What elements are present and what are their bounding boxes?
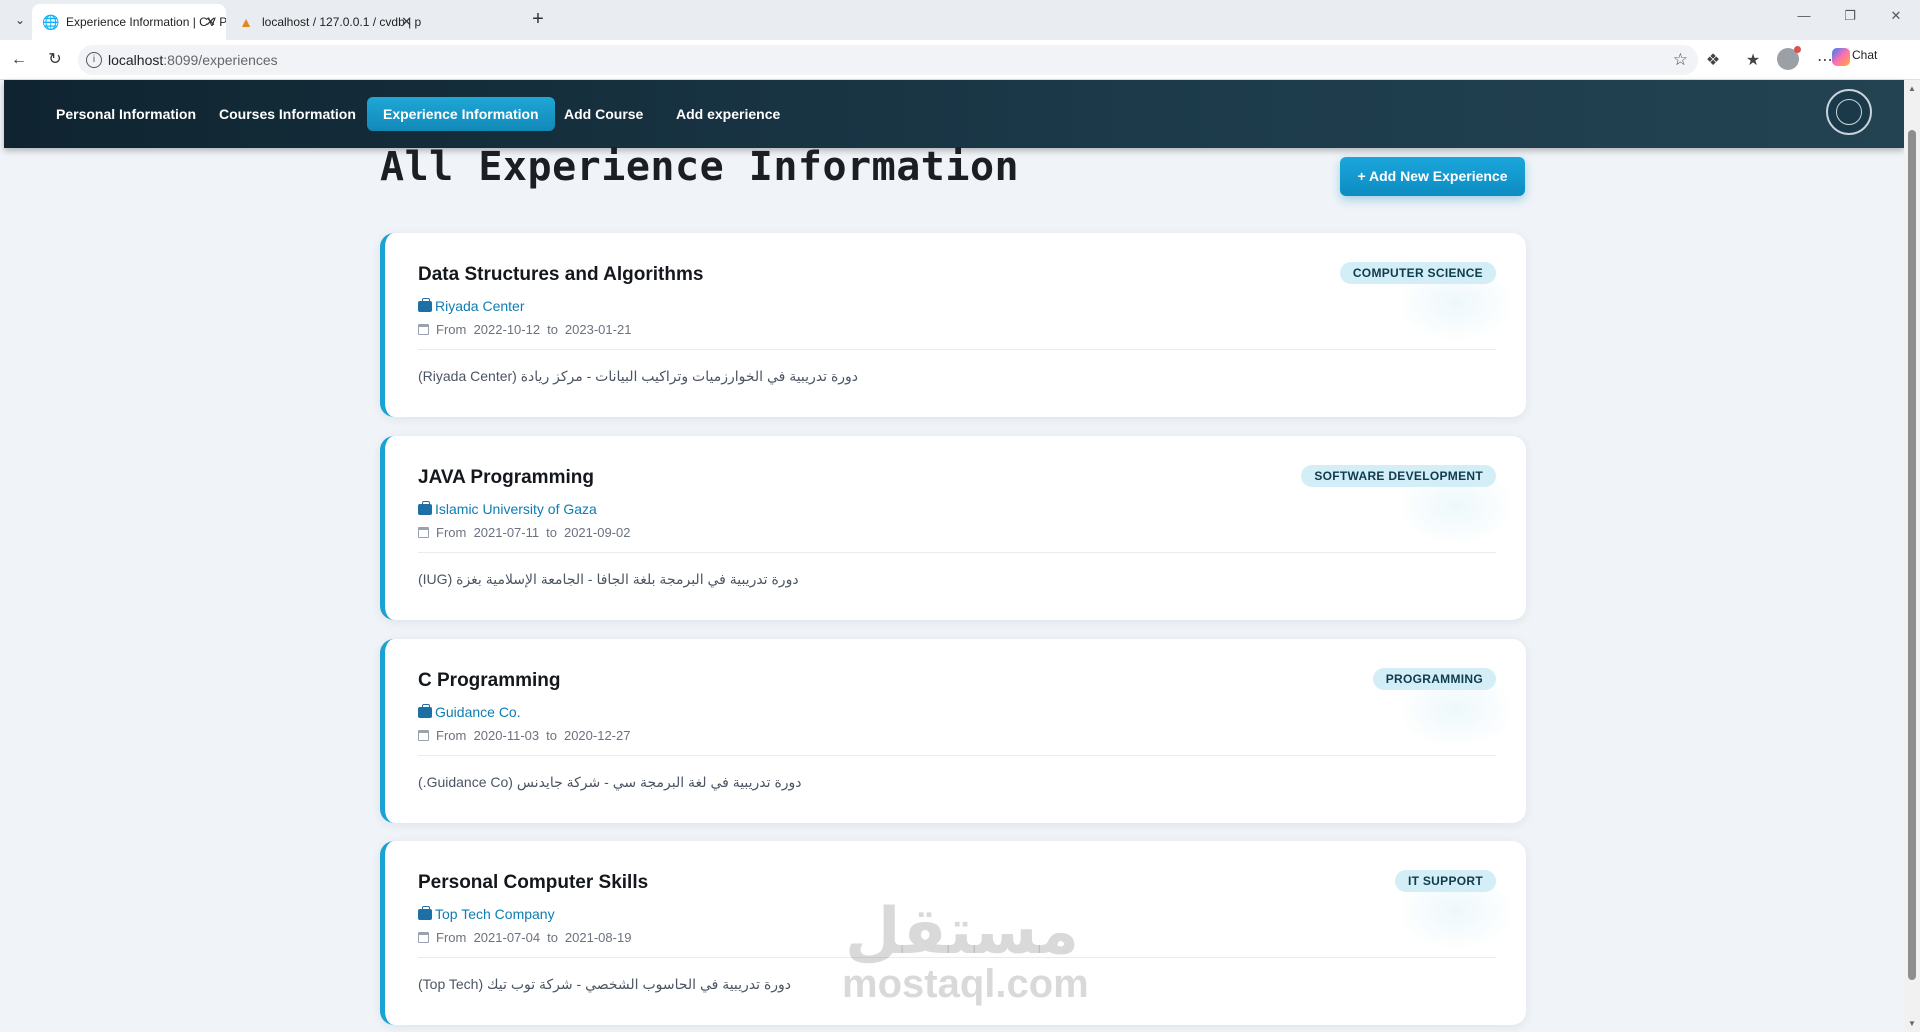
watermark-arabic: مستقل [844,895,1080,969]
tab-title: localhost / 127.0.0.1 / cvdb | phpM [262,15,422,29]
experience-title: JAVA Programming [418,467,594,488]
calendar-icon [418,932,429,943]
tab-list-chevron-icon[interactable]: ⌄ [10,10,30,30]
browser-address-bar: ← ↻ i localhost:8099/experiences ☆ ❖ ★ ⋯ [0,40,1920,80]
start-date: 2022-10-12 [473,322,541,337]
category-badge: IT SUPPORT [1394,870,1496,892]
date-range: From 2020-11-03 to 2020-12-27 [418,728,630,743]
experience-card: Data Structures and Algorithms COMPUTER … [380,233,1526,417]
notification-dot [1794,46,1801,53]
organization-name: Top Tech Company [435,906,555,922]
briefcase-icon [418,298,432,312]
add-new-experience-button[interactable]: + Add New Experience [1340,157,1525,196]
tab-title: Experience Information | CV Portfo [66,15,226,29]
briefcase-icon [418,906,432,920]
start-date: 2021-07-11 [473,525,540,540]
calendar-icon [418,730,429,741]
browser-tab-experience[interactable]: 🌐 Experience Information | CV Portfo ✕ [32,4,226,40]
chat-button[interactable]: Chat [1852,48,1877,62]
card-divider [418,755,1496,756]
category-badge: COMPUTER SCIENCE [1339,262,1496,284]
nav-add-course[interactable]: Add Course [548,97,659,131]
scroll-up-arrow-icon[interactable]: ▲ [1908,84,1916,93]
favorite-star-icon[interactable]: ☆ [1673,50,1688,70]
close-tab-icon[interactable]: ✕ [205,4,216,40]
experience-card: C Programming PROGRAMMING Guidance Co. F… [380,639,1526,823]
new-tab-plus-icon[interactable]: + [526,8,550,32]
nav-personal-information[interactable]: Personal Information [40,97,212,131]
close-window-icon[interactable]: ✕ [1884,8,1908,24]
briefcase-icon [418,704,432,718]
organization-row: Islamic University of Gaza [418,501,597,517]
end-date: 2021-09-02 [563,525,631,540]
card-divider [418,349,1496,350]
back-arrow-icon[interactable]: ← [8,49,30,71]
experience-title: Personal Computer Skills [418,872,649,893]
organization-row: Riyada Center [418,298,525,314]
url-text: localhost:8099/experiences [108,52,278,68]
favorites-icon[interactable]: ★ [1742,50,1764,70]
minimize-icon[interactable]: — [1792,8,1816,23]
end-date: 2021-08-19 [564,930,632,945]
site-info-icon[interactable]: i [86,52,102,68]
reload-icon[interactable]: ↻ [44,49,66,71]
date-range: From 2022-10-12 to 2023-01-21 [418,322,631,337]
nav-courses-information[interactable]: Courses Information [203,97,372,131]
end-date: 2020-12-27 [563,728,631,743]
mostaql-watermark: مستقل mostaql.com [842,895,1089,1006]
seal-inner-ring [1836,99,1862,125]
globe-icon: 🌐 [42,14,60,30]
experience-description: دورة تدريبية في البرمجة بلغة الجافا - ال… [418,571,799,587]
browser-tab-strip: ⌄ 🌐 Experience Information | CV Portfo ✕… [0,0,1920,40]
university-seal-logo[interactable] [1826,89,1872,135]
close-tab-icon[interactable]: ✕ [401,4,412,40]
card-divider [418,552,1496,553]
browser-tab-phpmyadmin[interactable]: ▲ localhost / 127.0.0.1 / cvdb | phpM ✕ [228,4,422,40]
app-navbar: Personal Information Courses Information… [4,80,1904,148]
copilot-icon[interactable] [1832,48,1850,66]
start-date: 2020-11-03 [473,728,540,743]
experience-description: دورة تدريبية في لغة البرمجة سي - شركة جا… [418,774,802,790]
scroll-thumb[interactable] [1908,130,1916,980]
nav-add-experience[interactable]: Add experience [660,97,796,131]
phpmyadmin-icon: ▲ [239,14,253,30]
date-range: From 2021-07-04 to 2021-08-19 [418,930,631,945]
category-badge: PROGRAMMING [1372,668,1496,690]
page-scrollbar[interactable]: ▲ ▼ [1904,80,1920,1032]
page-title: All Experience Information [380,144,1020,190]
calendar-icon [418,527,429,538]
experience-title: C Programming [418,670,561,691]
watermark-latin: mostaql.com [842,962,1089,1006]
organization-name: Guidance Co. [435,704,521,720]
scroll-down-arrow-icon[interactable]: ▼ [1908,1019,1916,1028]
category-badge: SOFTWARE DEVELOPMENT [1301,465,1496,487]
start-date: 2021-07-04 [473,930,541,945]
organization-name: Riyada Center [435,298,525,314]
url-field[interactable]: i localhost:8099/experiences ☆ [78,45,1698,75]
experience-card: JAVA Programming SOFTWARE DEVELOPMENT Is… [380,436,1526,620]
nav-experience-information[interactable]: Experience Information [367,97,555,131]
organization-row: Top Tech Company [418,906,555,922]
experience-description: دورة تدريبية في الحاسوب الشخصي - شركة تو… [418,976,792,992]
restore-icon[interactable]: ❐ [1838,8,1862,24]
experience-description: دورة تدريبية في الخوارزميات وتراكيب البي… [418,368,859,384]
organization-name: Islamic University of Gaza [435,501,597,517]
extensions-puzzle-icon[interactable]: ❖ [1702,50,1724,70]
briefcase-icon [418,501,432,515]
organization-row: Guidance Co. [418,704,521,720]
end-date: 2023-01-21 [564,322,632,337]
experience-title: Data Structures and Algorithms [418,264,704,285]
date-range: From 2021-07-11 to 2021-09-02 [418,525,630,540]
calendar-icon [418,324,429,335]
